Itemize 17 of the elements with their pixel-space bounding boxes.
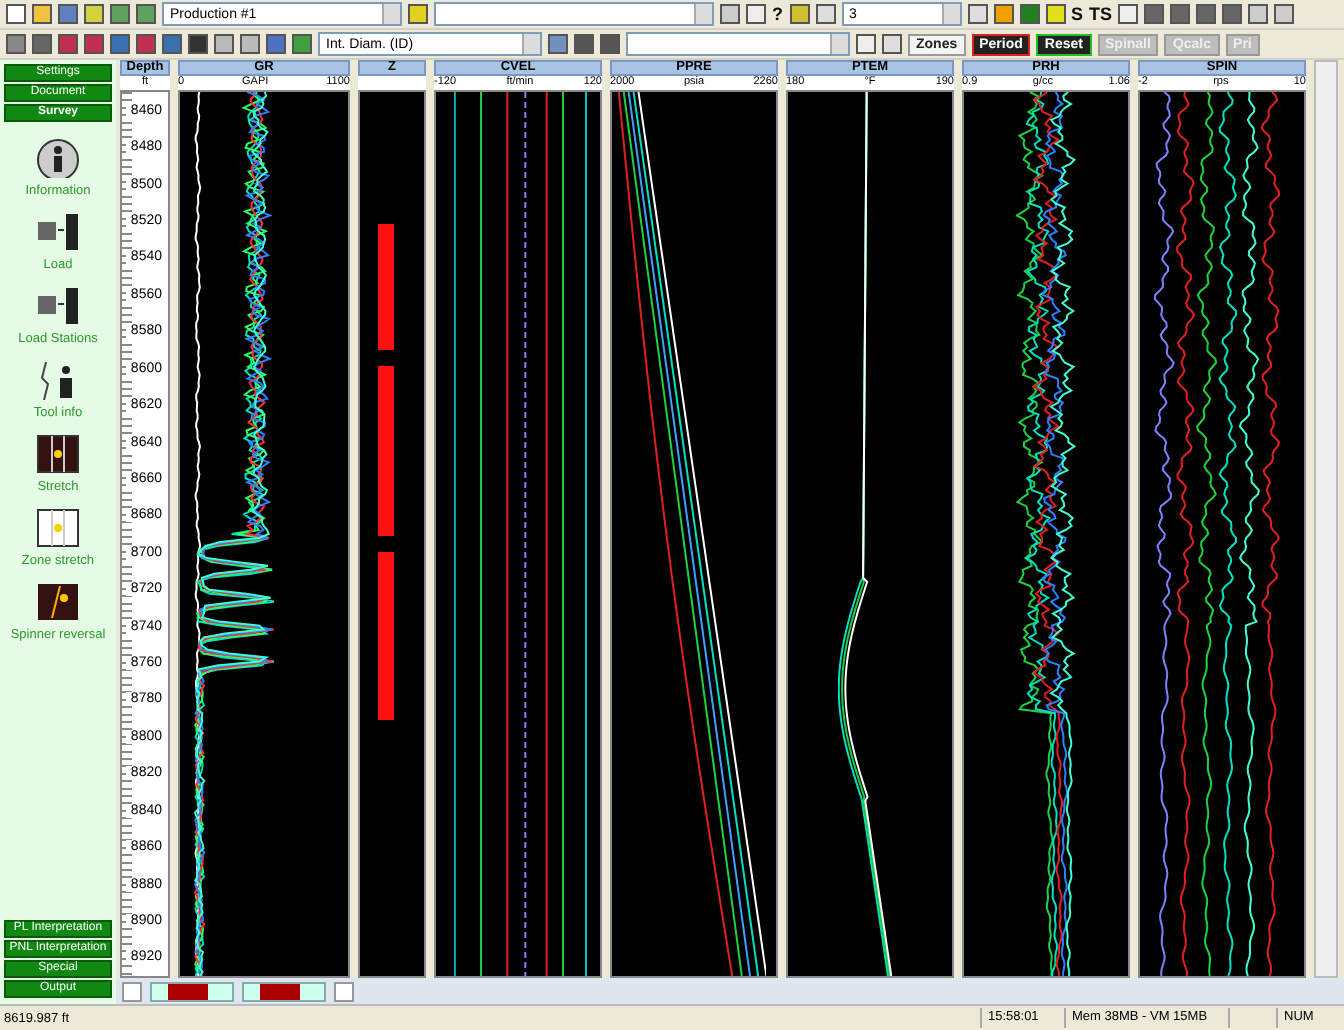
toolbar-text-button[interactable]: TS bbox=[1089, 4, 1113, 24]
vertical-scrollbar[interactable] bbox=[1314, 60, 1338, 978]
empty-combo[interactable] bbox=[626, 32, 850, 56]
toolbar-icon[interactable] bbox=[789, 4, 809, 24]
view-tab-thumbnail[interactable] bbox=[150, 981, 234, 1001]
toolbar-text-button[interactable]: S bbox=[1071, 4, 1084, 24]
empty-combo[interactable] bbox=[434, 2, 714, 26]
help-glyph[interactable]: ? bbox=[772, 4, 783, 24]
zone-stretch-icon bbox=[36, 508, 80, 548]
spinner-icon bbox=[36, 582, 80, 622]
track-scale bbox=[358, 76, 426, 90]
disk-icon bbox=[36, 286, 80, 326]
disk-icon bbox=[36, 212, 80, 252]
toolbar-icon[interactable] bbox=[720, 4, 740, 24]
toolbar-icon[interactable] bbox=[408, 4, 428, 24]
stretch-icon bbox=[36, 434, 80, 474]
view-tab-thumbnail[interactable] bbox=[242, 981, 326, 1001]
